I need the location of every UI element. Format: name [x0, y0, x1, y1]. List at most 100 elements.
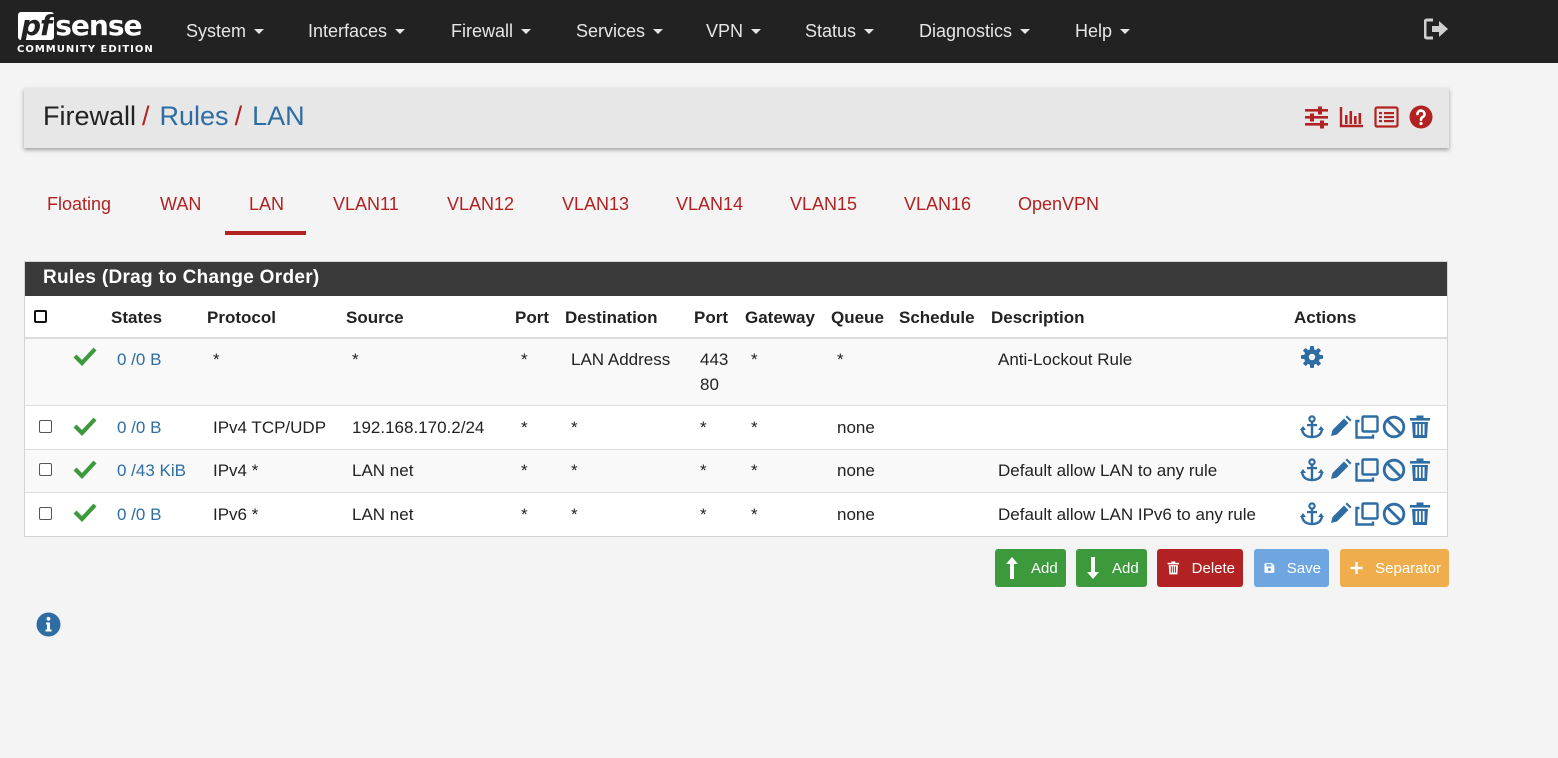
tab-vlan13[interactable]: VLAN13 [538, 180, 629, 235]
rule-queue: none [837, 461, 875, 480]
select-all-checkbox[interactable] [34, 310, 47, 323]
add-bottom-button[interactable]: Add [1076, 549, 1147, 587]
delete-button[interactable]: Delete [1157, 549, 1243, 587]
pass-check-icon [73, 502, 97, 527]
rule-destination-port: * [700, 418, 707, 437]
rule-states[interactable]: 0 /0 B [117, 505, 161, 525]
caret-down-icon [653, 29, 664, 34]
breadcrumb-panel: Firewall / Rules / LAN [24, 88, 1449, 148]
tab-vlan12[interactable]: VLAN12 [423, 180, 514, 235]
rule-destination: LAN Address [571, 350, 671, 369]
top-navbar: pf sense COMMUNITY EDITION System Interfa… [0, 0, 1558, 63]
copy-icon[interactable] [1355, 415, 1379, 444]
plus-icon [1350, 562, 1363, 574]
menu-system[interactable]: System [186, 0, 265, 63]
copy-icon[interactable] [1355, 502, 1379, 531]
rule-source-port: * [521, 505, 528, 524]
rule-source: * [352, 350, 359, 369]
rule-states[interactable]: 0 /0 B [117, 418, 161, 438]
rule-protocol: IPv6 * [213, 505, 259, 524]
disable-ban-icon[interactable] [1382, 415, 1406, 444]
menu-help[interactable]: Help [1075, 0, 1131, 63]
rule-gateway: * [751, 505, 758, 524]
add-top-button[interactable]: Add [995, 549, 1066, 587]
rule-gateway: * [751, 350, 758, 369]
rule-destination-port: * [700, 505, 707, 524]
col-gateway: Gateway [745, 308, 815, 327]
disable-ban-icon[interactable] [1382, 458, 1406, 487]
rule-description: Default allow LAN to any rule [998, 461, 1218, 480]
breadcrumb-firewall: Firewall [43, 101, 137, 131]
tab-vlan16[interactable]: VLAN16 [880, 180, 971, 235]
tab-floating[interactable]: Floating [24, 180, 111, 235]
tab-vlan11[interactable]: VLAN11 [309, 180, 399, 235]
copy-icon[interactable] [1355, 458, 1379, 487]
rule-queue: none [837, 418, 875, 437]
tab-vlan15[interactable]: VLAN15 [766, 180, 857, 235]
rule-destination-port: * [700, 461, 707, 480]
interface-tabs: Floating WAN LAN VLAN11 VLAN12 VLAN13 VL… [24, 180, 1124, 235]
table-row[interactable]: 0 /43 KiB IPv4 * LAN net * * * * none De… [25, 450, 1447, 493]
pfsense-logo[interactable]: pf sense COMMUNITY EDITION [16, 6, 156, 58]
delete-trash-icon[interactable] [1409, 415, 1431, 444]
bar-chart-icon[interactable] [1339, 105, 1364, 129]
rule-description: Anti-Lockout Rule [998, 350, 1133, 369]
separator-button[interactable]: Separator [1340, 549, 1449, 587]
rule-states[interactable]: 0 /0 B [117, 350, 161, 370]
edit-pencil-icon[interactable] [1328, 502, 1352, 531]
rule-gateway: * [751, 418, 758, 437]
delete-trash-icon[interactable] [1409, 458, 1431, 487]
edit-pencil-icon[interactable] [1328, 458, 1352, 487]
rule-queue: none [837, 505, 875, 524]
rule-states[interactable]: 0 /43 KiB [117, 461, 186, 481]
anchor-icon[interactable] [1299, 415, 1325, 444]
breadcrumb-rules[interactable]: Rules [160, 101, 229, 131]
menu-diagnostics[interactable]: Diagnostics [919, 0, 1031, 63]
save-button[interactable]: Save [1254, 549, 1329, 587]
tab-openvpn[interactable]: OpenVPN [994, 180, 1099, 235]
table-row[interactable]: 0 /0 B * * * LAN Address 443 80 * * Anti… [25, 339, 1447, 406]
delete-trash-icon[interactable] [1409, 502, 1431, 531]
rule-destination-port-2: 80 [700, 375, 719, 394]
col-queue: Queue [831, 308, 884, 327]
row-checkbox[interactable] [39, 507, 52, 520]
col-destination: Destination [565, 308, 658, 327]
tab-wan[interactable]: WAN [136, 180, 216, 235]
gear-icon[interactable] [1300, 345, 1324, 374]
sliders-icon[interactable] [1304, 105, 1329, 129]
pass-check-icon [73, 416, 97, 441]
trash-icon [1167, 561, 1180, 575]
info-icon[interactable] [36, 612, 61, 637]
col-states: States [111, 308, 163, 327]
caret-down-icon [751, 29, 762, 34]
row-checkbox[interactable] [39, 463, 52, 476]
logo-pf: pf [18, 12, 55, 40]
menu-services[interactable]: Services [576, 0, 664, 63]
col-destination-port: Port [694, 308, 728, 327]
disable-ban-icon[interactable] [1382, 502, 1406, 531]
caret-down-icon [864, 29, 875, 34]
table-row[interactable]: 0 /0 B IPv4 TCP/UDP 192.168.170.2/24 * *… [25, 406, 1447, 450]
edit-pencil-icon[interactable] [1328, 415, 1352, 444]
menu-vpn[interactable]: VPN [706, 0, 762, 63]
caret-down-icon [395, 29, 406, 34]
table-row[interactable]: 0 /0 B IPv6 * LAN net * * * * none Defau… [25, 493, 1447, 536]
tab-vlan14[interactable]: VLAN14 [652, 180, 743, 235]
menu-firewall[interactable]: Firewall [451, 0, 532, 63]
menu-interfaces[interactable]: Interfaces [308, 0, 406, 63]
save-disk-icon [1264, 563, 1275, 573]
col-protocol: Protocol [207, 308, 276, 327]
menu-status[interactable]: Status [805, 0, 875, 63]
breadcrumb-lan[interactable]: LAN [252, 101, 305, 131]
row-actions [1299, 458, 1431, 487]
anchor-icon[interactable] [1299, 458, 1325, 487]
row-checkbox[interactable] [39, 420, 52, 433]
anchor-icon[interactable] [1299, 502, 1325, 531]
rule-description: Default allow LAN IPv6 to any rule [998, 505, 1256, 524]
tab-lan[interactable]: LAN [225, 180, 306, 235]
sign-out-icon[interactable] [1423, 18, 1450, 40]
list-icon[interactable] [1374, 105, 1399, 129]
rule-protocol: IPv4 * [213, 461, 259, 480]
help-icon[interactable] [1409, 105, 1433, 129]
rule-queue: * [837, 350, 844, 369]
